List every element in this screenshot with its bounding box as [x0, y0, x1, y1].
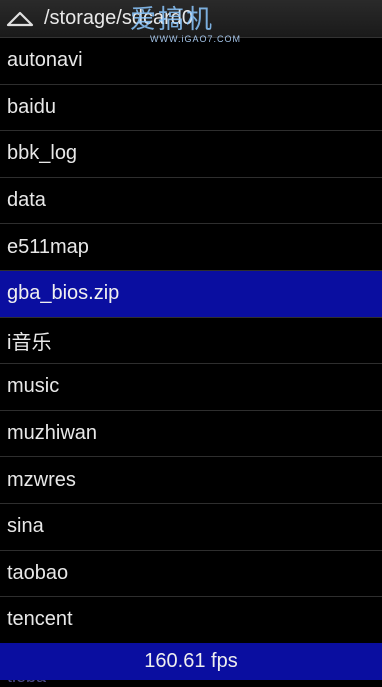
triangle-up-icon — [6, 11, 34, 26]
file-item[interactable]: music — [0, 364, 382, 411]
fps-readout: 160.61 fps — [144, 650, 238, 672]
file-item[interactable]: e511map — [0, 224, 382, 271]
fps-status-bar: 160.61 fps — [0, 643, 382, 680]
file-item[interactable]: autonavi — [0, 38, 382, 85]
file-item-selected[interactable]: gba_bios.zip — [0, 270, 382, 318]
file-item[interactable]: taobao — [0, 551, 382, 598]
navigate-up-button[interactable] — [2, 0, 38, 37]
file-item[interactable]: muzhiwan — [0, 411, 382, 458]
file-item[interactable]: baidu — [0, 85, 382, 132]
file-list: autonavi baidu bbk_log data e511map gba_… — [0, 38, 382, 644]
file-item[interactable]: tencent — [0, 597, 382, 644]
file-item[interactable]: i音乐 — [0, 318, 382, 365]
current-path: /storage/sdcard0 — [44, 7, 193, 29]
file-item[interactable]: bbk_log — [0, 131, 382, 178]
file-item[interactable]: sina — [0, 504, 382, 551]
path-header: /storage/sdcard0 — [0, 0, 382, 38]
file-item[interactable]: mzwres — [0, 457, 382, 504]
file-item[interactable]: data — [0, 178, 382, 225]
